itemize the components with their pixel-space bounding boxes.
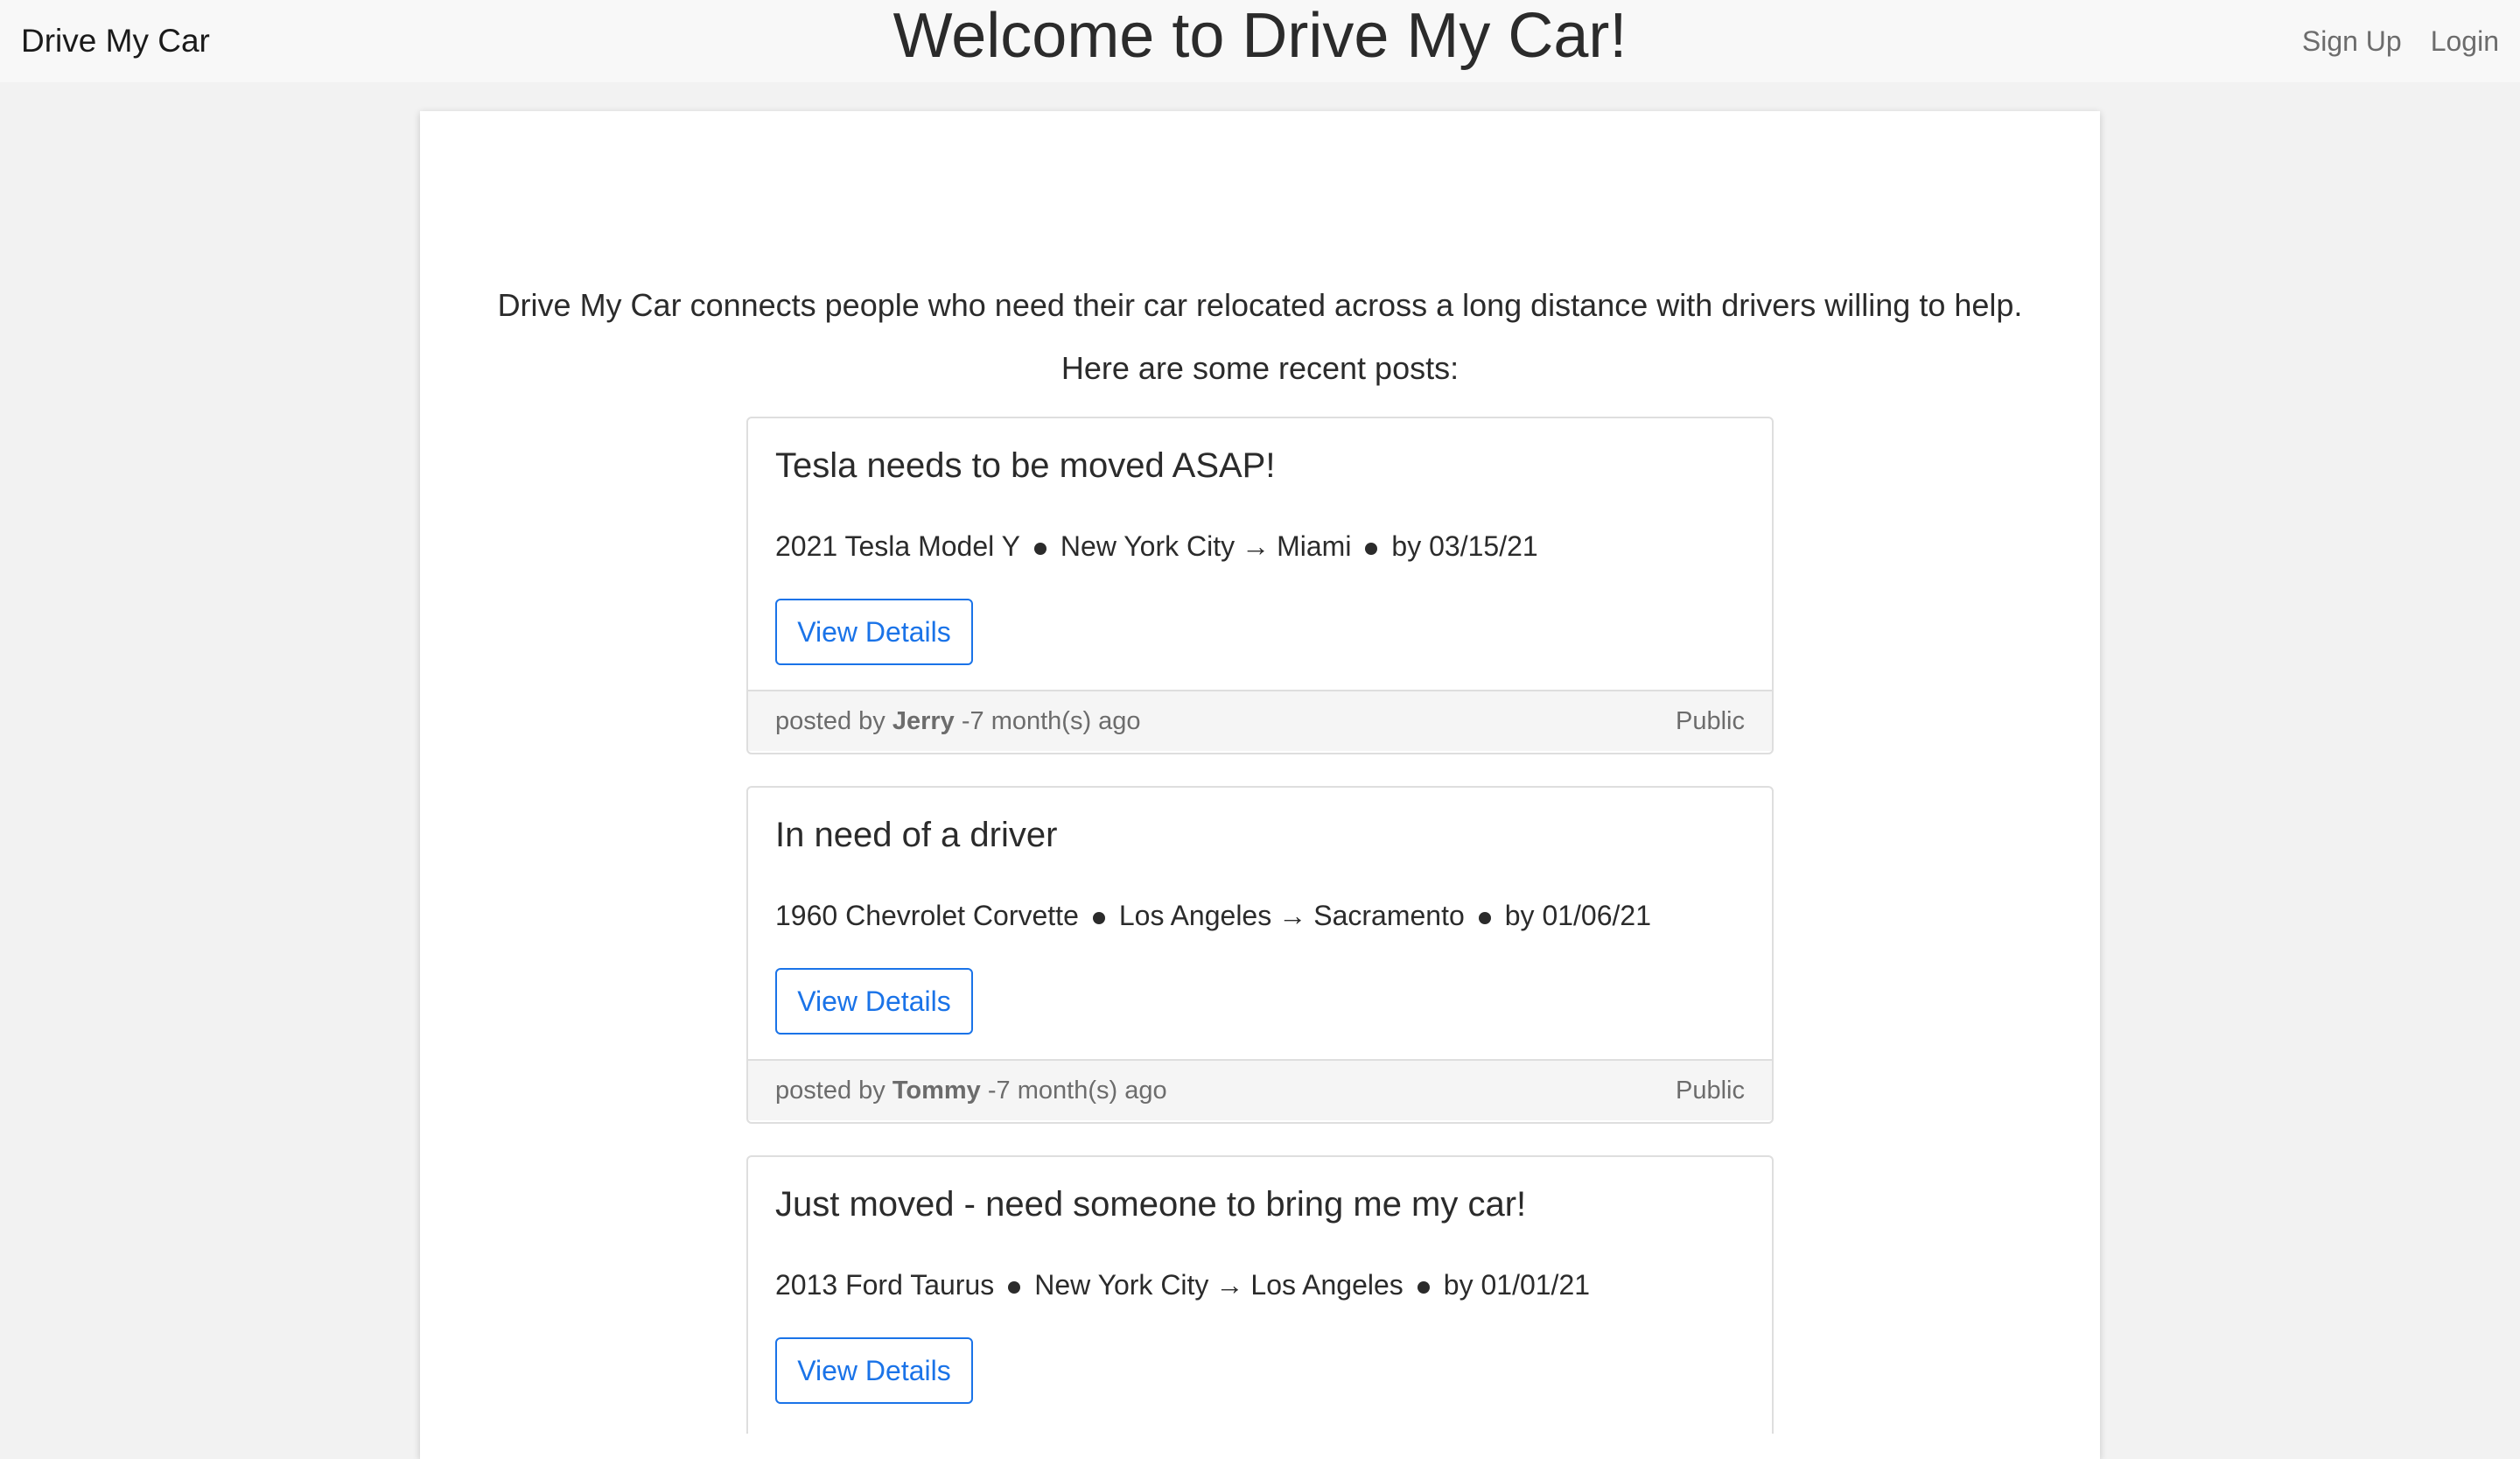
page-title: Welcome to Drive My Car!: [892, 1, 1628, 71]
post-footer: posted by Jerry -7 month(s) ago Public: [748, 690, 1772, 751]
post-time: -7 month(s) ago: [961, 706, 1141, 735]
bullet-icon: [1365, 542, 1378, 555]
post-meta: 1960 Chevrolet Corvette Los Angeles → Sacra…: [775, 900, 1651, 932]
post-to: Miami: [1277, 530, 1352, 562]
post-deadline: by 01/06/21: [1504, 900, 1651, 931]
post-car: 2013 Ford Taurus: [775, 1269, 995, 1301]
post-footer: posted by Tommy -7 month(s) ago Public: [748, 1059, 1772, 1120]
arrow-right-icon: →: [1242, 530, 1270, 562]
post-body: Just moved - need someone to bring me my…: [748, 1157, 1772, 1428]
post-time: -7 month(s) ago: [987, 1076, 1167, 1105]
post-card: Just moved - need someone to bring me my…: [746, 1155, 1774, 1434]
post-car: 1960 Chevrolet Corvette: [775, 900, 1079, 931]
view-details-button[interactable]: View Details: [775, 599, 973, 665]
post-to: Los Angeles: [1250, 1269, 1404, 1301]
post-author: Tommy: [892, 1076, 981, 1105]
post-from: Los Angeles: [1118, 900, 1272, 931]
post-deadline: by 03/15/21: [1391, 530, 1538, 562]
post-author: Jerry: [892, 706, 955, 735]
post-visibility: Public: [1676, 706, 1745, 735]
post-byline: posted by Jerry -7 month(s) ago: [775, 707, 1141, 736]
post-title: Tesla needs to be moved ASAP!: [775, 446, 1276, 485]
post-card: Tesla needs to be moved ASAP! 2021 Tesla…: [746, 417, 1774, 754]
posted-by-label: posted by: [775, 1076, 886, 1105]
post-from: New York City: [1060, 530, 1236, 562]
post-car: 2021 Tesla Model Y: [775, 530, 1020, 562]
post-body: In need of a driver 1960 Chevrolet Corve…: [748, 788, 1772, 1059]
bullet-icon: [1478, 911, 1491, 924]
post-body: Tesla needs to be moved ASAP! 2021 Tesla…: [748, 418, 1772, 690]
bullet-icon: [1008, 1280, 1021, 1294]
post-card: In need of a driver 1960 Chevrolet Corve…: [746, 786, 1774, 1124]
post-from: New York City: [1034, 1269, 1209, 1301]
post-to: Sacramento: [1313, 900, 1465, 931]
bullet-icon: [1417, 1280, 1430, 1294]
bullet-icon: [1092, 911, 1105, 924]
post-deadline: by 01/01/21: [1443, 1269, 1591, 1301]
post-title: Just moved - need someone to bring me my…: [775, 1185, 1527, 1224]
intro-text: Drive My Car connects people who need th…: [497, 287, 2023, 323]
arrow-right-icon: →: [1278, 900, 1307, 931]
bullet-icon: [1033, 542, 1046, 555]
view-details-button[interactable]: View Details: [775, 968, 973, 1035]
post-byline: posted by Tommy -7 month(s) ago: [775, 1077, 1167, 1105]
recent-posts-label: Here are some recent posts:: [1060, 350, 1460, 386]
post-meta: 2013 Ford Taurus New York City → Los Angele…: [775, 1269, 1590, 1301]
view-details-button[interactable]: View Details: [775, 1337, 973, 1404]
post-title: In need of a driver: [775, 816, 1058, 854]
posted-by-label: posted by: [775, 706, 886, 735]
post-visibility: Public: [1676, 1076, 1745, 1105]
post-meta: 2021 Tesla Model Y New York City → Miami by …: [775, 530, 1538, 563]
arrow-right-icon: →: [1215, 1269, 1244, 1301]
